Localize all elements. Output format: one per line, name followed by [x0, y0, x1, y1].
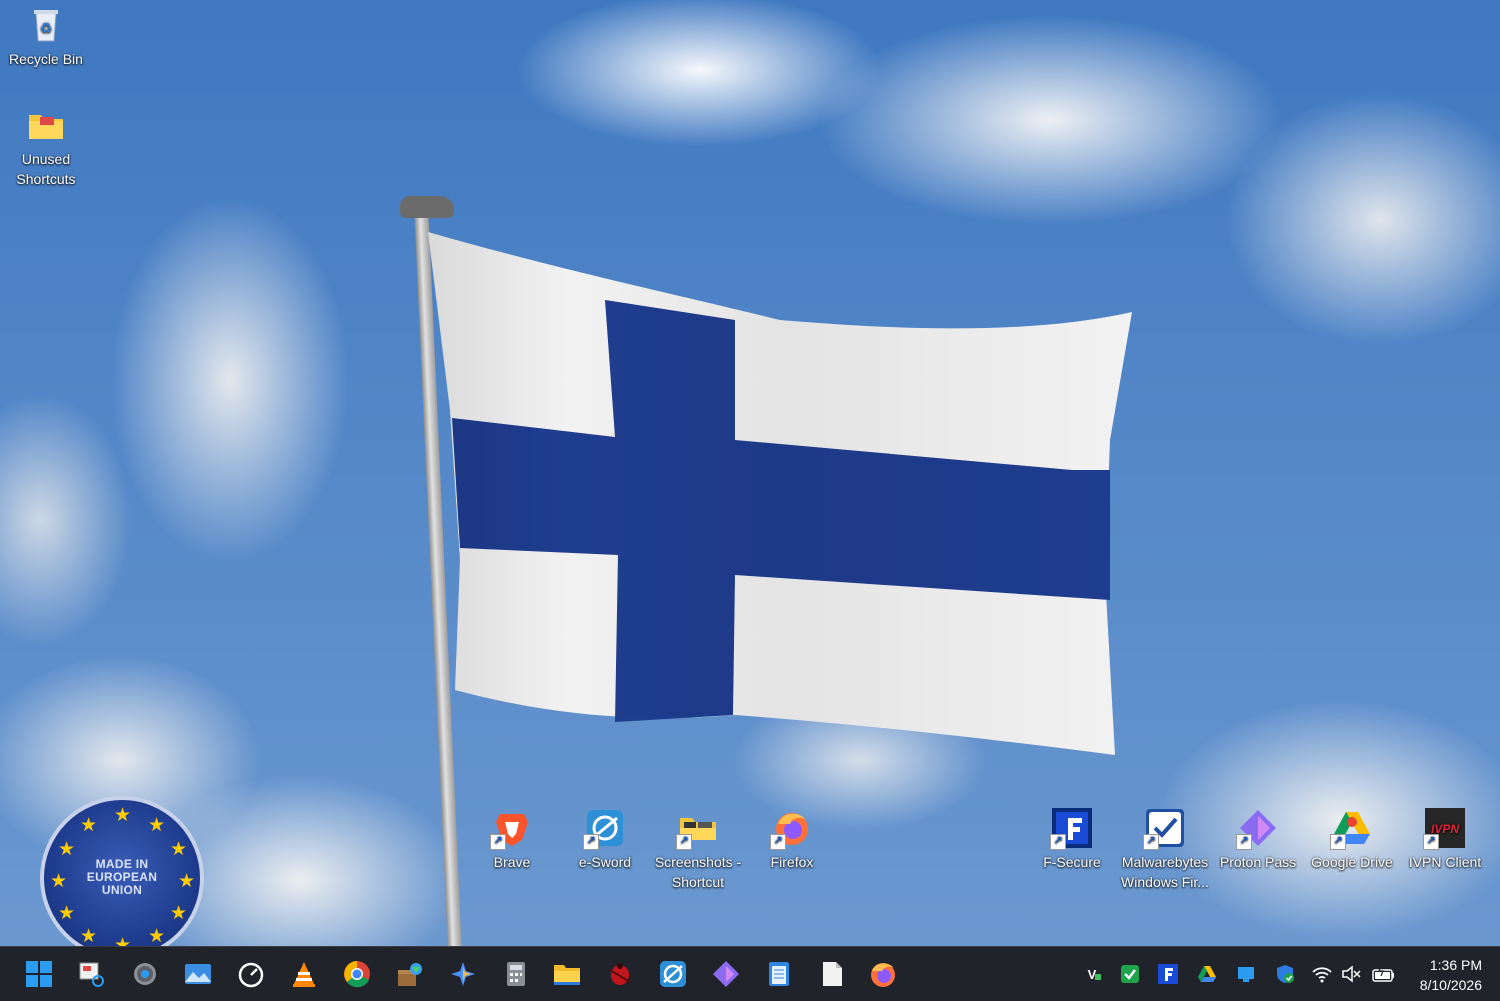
windows-tray-icon[interactable]	[1236, 964, 1256, 984]
google-drive-icon: ↗	[1330, 808, 1372, 850]
firefox-label: Firefox	[770, 854, 814, 870]
veeam-icon[interactable]: V	[1082, 964, 1102, 984]
photos-icon[interactable]	[184, 960, 212, 988]
eu-star-icon: ★	[148, 815, 166, 836]
e-sword-label: e-Sword	[578, 854, 632, 870]
performance-gauge-icon[interactable]	[237, 960, 265, 988]
vlc-icon[interactable]	[290, 960, 318, 988]
proton-pass-label: Proton Pass	[1219, 854, 1297, 870]
package-icon[interactable]	[396, 960, 424, 988]
eu-star-icon: ★	[114, 935, 132, 946]
recycle-bin-icon: ♻	[26, 5, 66, 45]
brave-icon: ↗	[490, 808, 532, 850]
desktop-icon-google-drive[interactable]: ↗ Google Drive	[1306, 808, 1398, 872]
proton-pass-icon[interactable]	[712, 960, 740, 988]
battery-icon[interactable]	[1372, 964, 1394, 984]
desktop-wallpaper: ♻ Recycle Bin Unused Shortcuts ↗ Brave ↗…	[0, 0, 1500, 946]
google-drive-tray-icon[interactable]	[1197, 964, 1217, 984]
desktop-icon-proton-pass[interactable]: ↗ Proton Pass	[1212, 808, 1304, 872]
wifi-icon[interactable]	[1312, 964, 1332, 984]
shortcut-arrow-icon: ↗	[770, 834, 786, 850]
malwarebytes-label: Malwarebytes Windows Fir...	[1121, 854, 1209, 890]
f-secure-label: F-Secure	[1043, 854, 1101, 870]
desktop-icon-screenshots-shortcut[interactable]: ↗ Screenshots - Shortcut	[652, 808, 744, 892]
notepad-icon[interactable]	[765, 960, 793, 988]
shortcut-arrow-icon: ↗	[490, 834, 506, 850]
eu-star-icon: ★	[80, 815, 98, 836]
shortcut-arrow-icon: ↗	[1330, 834, 1346, 850]
e-sword-icon[interactable]	[659, 960, 687, 988]
svg-text:♻: ♻	[40, 20, 53, 36]
desktop-icon-ivpn-client[interactable]: IVPN ↗ IVPN Client	[1399, 808, 1491, 872]
brave-label: Brave	[493, 854, 531, 870]
malwarebytes-firewall-icon: ↗	[1143, 808, 1185, 850]
defender-icon[interactable]	[1275, 964, 1295, 984]
e-sword-icon: ↗	[583, 808, 625, 850]
file-explorer-icon[interactable]	[553, 960, 581, 988]
clock-time: 1:36 PM	[1429, 957, 1482, 973]
firefox-icon[interactable]	[869, 960, 897, 988]
ivpn-icon: IVPN ↗	[1423, 808, 1465, 850]
eu-star-icon: ★	[148, 926, 166, 946]
screenshots-label: Screenshots - Shortcut	[654, 854, 742, 890]
screenshots-folder-icon: ↗	[676, 808, 718, 850]
finland-flag	[428, 232, 1132, 755]
desktop-icon-brave[interactable]: ↗ Brave	[466, 808, 558, 872]
settings-icon[interactable]	[131, 960, 159, 988]
folder-icon	[26, 105, 66, 145]
eu-star-icon: ★	[170, 903, 188, 924]
google-drive-label: Google Drive	[1311, 854, 1393, 870]
start-icon[interactable]	[25, 960, 53, 988]
system-clock[interactable]: 1:36 PM 8/10/2026	[1420, 955, 1482, 995]
shortcut-arrow-icon: ↗	[1423, 834, 1439, 850]
eu-star-icon: ★	[58, 839, 76, 860]
copilot-icon[interactable]	[449, 960, 477, 988]
eu-star-icon: ★	[80, 926, 98, 946]
desktop-icon-e-sword[interactable]: ↗ e-Sword	[559, 808, 651, 872]
ivpn-client-label: IVPN Client	[1408, 854, 1482, 870]
proton-pass-icon: ↗	[1236, 808, 1278, 850]
desktop-icon-malwarebytes-firewall[interactable]: ↗ Malwarebytes Windows Fir...	[1119, 808, 1211, 892]
checkmark-icon[interactable]	[1120, 964, 1140, 984]
shortcut-arrow-icon: ↗	[1050, 834, 1066, 850]
desktop-icon-f-secure[interactable]: ↗ F-Secure	[1026, 808, 1118, 872]
made-in-eu-badge: ★ ★ ★ ★ ★ ★ ★ ★ ★ ★ ★ ★ MADE IN EUROPEAN…	[40, 796, 204, 946]
desktop-icon-unused-shortcuts[interactable]: Unused Shortcuts	[0, 105, 92, 189]
calculator-icon[interactable]	[502, 960, 530, 988]
eu-star-icon: ★	[170, 839, 188, 860]
shortcut-arrow-icon: ↗	[583, 834, 599, 850]
f-secure-icon: ↗	[1050, 808, 1092, 850]
document-icon[interactable]	[818, 960, 846, 988]
taskbar: V 1:36 PM 8/10/2026	[0, 946, 1500, 1001]
desktop-icon-firefox[interactable]: ↗ Firefox	[746, 808, 838, 872]
firefox-icon: ↗	[770, 808, 812, 850]
chrome-icon[interactable]	[343, 960, 371, 988]
eu-star-icon: ★	[58, 903, 76, 924]
shortcut-arrow-icon: ↗	[1143, 834, 1159, 850]
recycle-bin-label: Recycle Bin	[9, 51, 83, 67]
clock-date: 8/10/2026	[1419, 977, 1482, 993]
desktop-icon-recycle-bin[interactable]: ♻ Recycle Bin	[0, 5, 92, 69]
shortcut-arrow-icon: ↗	[1236, 834, 1252, 850]
f-secure-tray-icon[interactable]	[1158, 964, 1178, 984]
speaker-muted-icon[interactable]	[1341, 964, 1361, 984]
ladybug-icon[interactable]	[606, 960, 634, 988]
eu-badge-text: MADE IN EUROPEAN UNION	[44, 858, 200, 897]
unused-shortcuts-label: Unused Shortcuts	[16, 151, 76, 187]
snipping-tool-icon[interactable]	[78, 960, 106, 988]
eu-star-icon: ★	[114, 805, 132, 826]
eu-badge-line3: UNION	[101, 883, 143, 897]
shortcut-arrow-icon: ↗	[676, 834, 692, 850]
